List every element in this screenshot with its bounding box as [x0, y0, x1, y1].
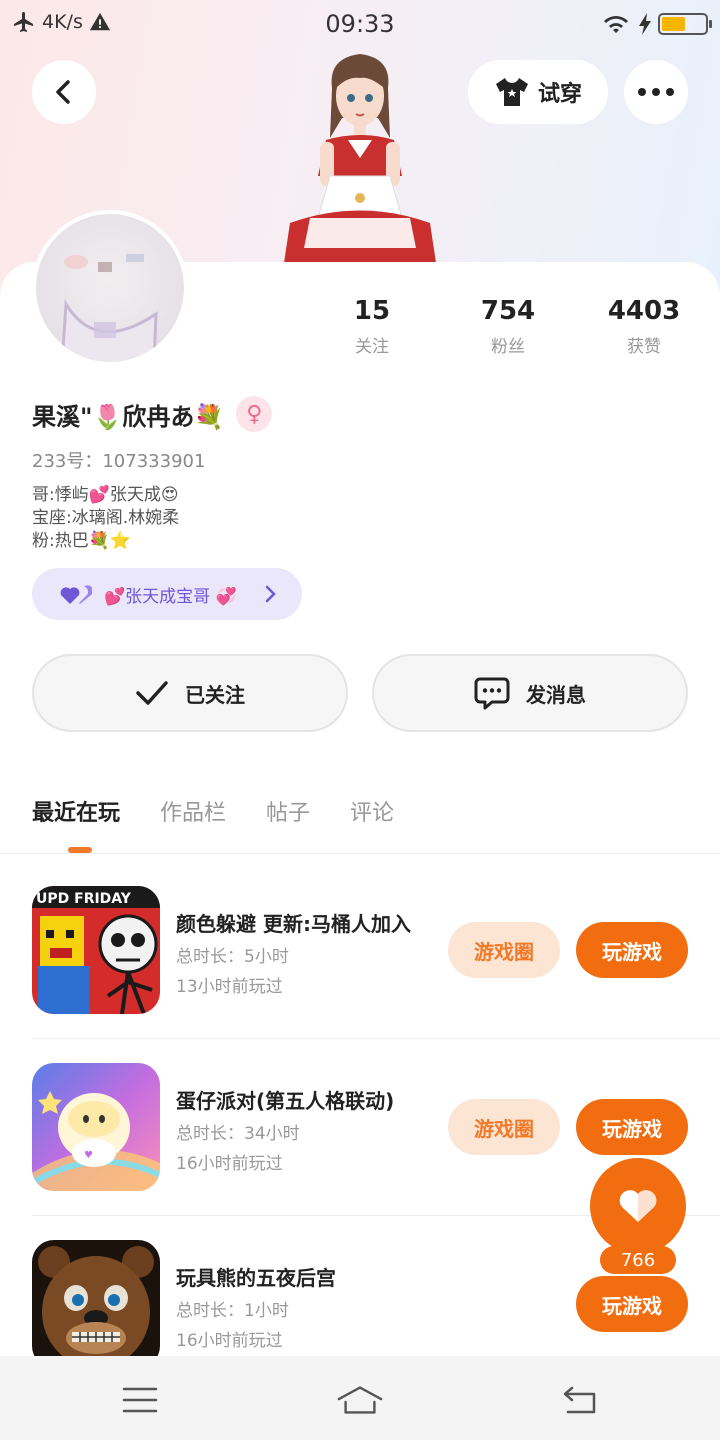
name-row: 果溪"🌷欣冉あ💐 ♀ [32, 396, 273, 432]
like-button[interactable] [590, 1158, 686, 1254]
divider [0, 853, 720, 854]
game-thumbnail[interactable] [32, 1240, 160, 1368]
game-title: 蛋仔派对(第五人格联动) [176, 1089, 395, 1113]
stat-likes[interactable]: 4403 获赞 [584, 296, 704, 357]
menu-button[interactable] [116, 1382, 164, 1418]
tab-works[interactable]: 作品栏 [160, 795, 226, 827]
battery-icon [658, 13, 712, 35]
game-last-played: 13小时前玩过 [176, 977, 283, 997]
stat-following-label: 关注 [355, 337, 389, 357]
chat-bubble-icon [474, 677, 510, 710]
tab-comments[interactable]: 评论 [350, 795, 394, 827]
game-duration: 总时长：5小时 [176, 947, 289, 967]
game-duration: 总时长：34小时 [176, 1124, 300, 1144]
return-icon [563, 1386, 596, 1414]
user-name: 果溪"🌷欣冉あ💐 [32, 402, 225, 431]
charging-icon [639, 13, 651, 35]
heart-icon [619, 1190, 657, 1222]
game-list-item[interactable]: 玩具熊的五夜后宫 总时长：1小时 16小时前玩过 玩游戏 [32, 1240, 688, 1368]
status-bar: 4K/s 09:33 [0, 0, 720, 52]
game-thumbnail-text: UPD FRIDAY [36, 891, 132, 907]
stat-fans-label: 粉丝 [491, 337, 525, 357]
game-title: 颜色躲避 更新:马桶人加入 [176, 912, 411, 936]
try-on-button[interactable]: 试穿 [468, 60, 608, 124]
battery-level-fill [662, 17, 686, 31]
chevron-right-icon [265, 585, 276, 603]
home-button[interactable] [336, 1382, 384, 1418]
tshirt-icon [495, 78, 528, 106]
system-navigation-bar [0, 1356, 720, 1440]
stat-fans-value: 754 [480, 296, 536, 326]
profile-tabs: 最近在玩 作品栏 帖子 评论 [32, 795, 394, 827]
stat-fans[interactable]: 754 粉丝 [448, 296, 568, 357]
relationship-badge[interactable]: 💕张天成宝哥 💞 [32, 568, 302, 620]
character-illustration [284, 54, 436, 263]
game-thumbnail-art: ♥ [32, 1063, 160, 1191]
stat-likes-value: 4403 [607, 296, 681, 326]
back-button[interactable] [32, 60, 96, 124]
wifi-icon [604, 16, 628, 33]
play-game-button[interactable]: 玩游戏 [576, 1276, 688, 1332]
avatar[interactable] [32, 210, 188, 366]
game-duration: 总时长：1小时 [176, 1301, 289, 1321]
bio-line: 宝座:冰璃阁.林婉柔 [32, 508, 180, 528]
relationship-badge-text: 💕张天成宝哥 💞 [104, 586, 237, 607]
bio-line: 哥:悸屿💕张天成😍 [32, 485, 179, 505]
checkmark-icon [136, 681, 168, 705]
game-thumbnail[interactable]: UPD FRIDAY [32, 886, 160, 1014]
back-system-button[interactable] [556, 1382, 604, 1418]
play-game-button[interactable]: 玩游戏 [576, 922, 688, 978]
game-last-played: 16小时前玩过 [176, 1154, 283, 1174]
more-dots-icon [638, 88, 674, 96]
try-on-label: 试穿 [537, 82, 582, 107]
followed-label: 已关注 [185, 682, 245, 707]
user-id: 233号：107333901 [32, 451, 206, 472]
tab-recently-played[interactable]: 最近在玩 [32, 795, 120, 827]
stat-likes-label: 获赞 [627, 337, 661, 357]
like-count: 766 [600, 1246, 676, 1274]
stat-following[interactable]: 15 关注 [312, 296, 432, 357]
home-icon [337, 1386, 383, 1414]
chevron-left-icon [56, 80, 70, 104]
game-list-item[interactable]: ♥ 蛋仔派对(第五人格联动) 总时长：34小时 16小时前玩过 游戏圈 玩游戏 [32, 1063, 688, 1191]
game-thumbnail-art [32, 1240, 160, 1368]
hamburger-icon [122, 1387, 158, 1413]
game-circle-button[interactable]: 游戏圈 [448, 922, 560, 978]
game-thumbnail[interactable]: ♥ [32, 1063, 160, 1191]
user-bio: 哥:悸屿💕张天成😍 宝座:冰璃阁.林婉柔 粉:热巴💐⭐ [32, 484, 179, 553]
more-options-button[interactable] [624, 60, 688, 124]
double-heart-icon [60, 585, 92, 604]
stat-following-value: 15 [353, 296, 391, 326]
tab-posts[interactable]: 帖子 [266, 795, 310, 827]
send-message-button[interactable]: 发消息 [372, 654, 688, 732]
game-thumbnail-art: UPD FRIDAY [32, 886, 160, 1014]
avatar-image [60, 254, 158, 362]
bio-line: 粉:热巴💐⭐ [32, 531, 132, 551]
followed-button[interactable]: 已关注 [32, 654, 348, 732]
game-list-item[interactable]: UPD FRIDAY 颜色躲避 更新:马桶人加入 总时长：5小时 13小时前玩过… [32, 886, 688, 1014]
divider [32, 1038, 720, 1039]
play-game-button[interactable]: 玩游戏 [576, 1099, 688, 1155]
game-circle-button[interactable]: 游戏圈 [448, 1099, 560, 1155]
female-gender-icon: ♀ [236, 396, 273, 432]
game-last-played: 16小时前玩过 [176, 1331, 283, 1351]
send-message-label: 发消息 [526, 682, 586, 707]
game-title: 玩具熊的五夜后宫 [176, 1266, 336, 1290]
svg-text:♥: ♥ [84, 1150, 93, 1161]
